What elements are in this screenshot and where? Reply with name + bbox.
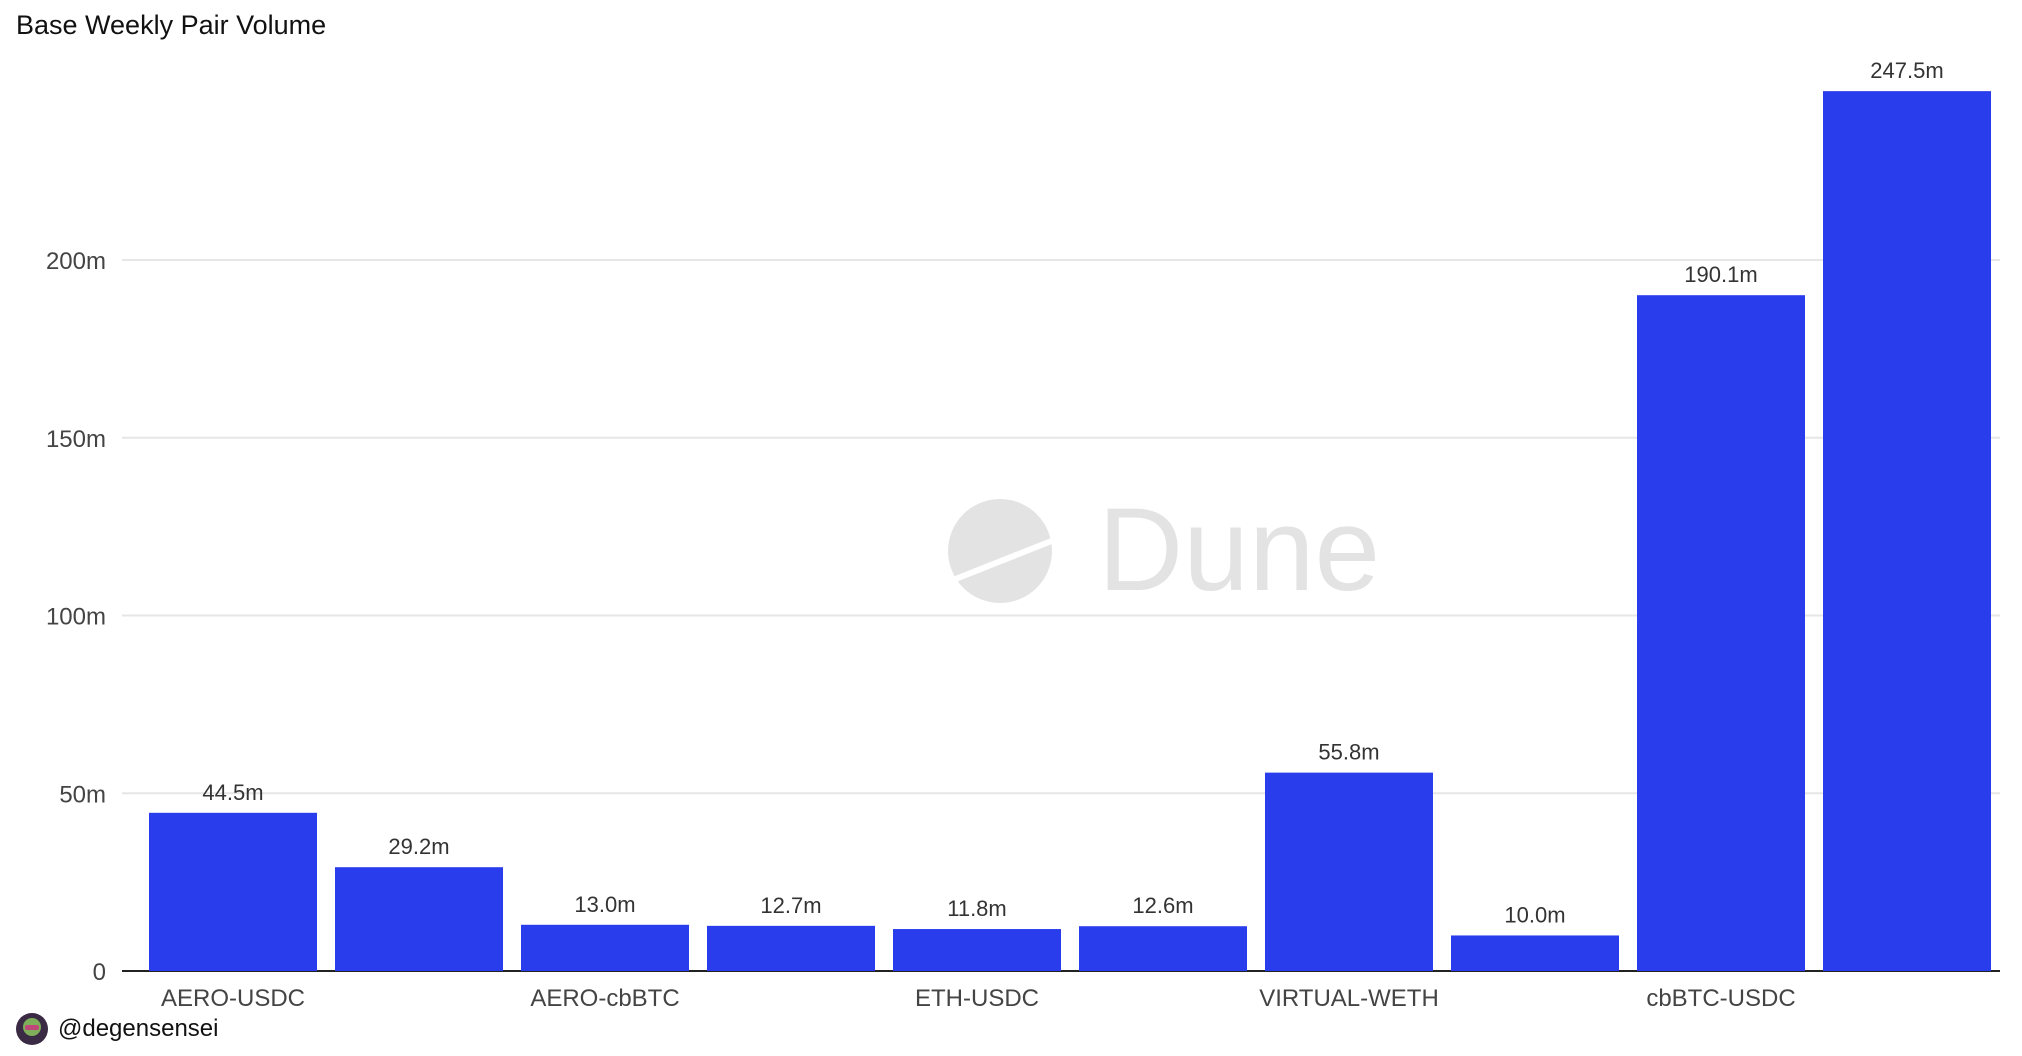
bar [1079, 926, 1247, 971]
dune-watermark-text: Dune [1098, 484, 1380, 616]
bar-data-label: 13.0m [574, 892, 635, 917]
bar-data-label: 190.1m [1684, 262, 1757, 287]
bar-chart: Dune 0 50m 100m 150m 200m 44.5m 29.2m 13.0m 12.… [46, 58, 2000, 1012]
y-tick-label: 200m [46, 248, 106, 275]
bar-data-label: 55.8m [1318, 740, 1379, 765]
x-tick-label: cbBTC-USDC [1646, 985, 1795, 1012]
y-tick-label: 100m [46, 604, 106, 631]
bar-data-label: 29.2m [388, 834, 449, 859]
bar-data-label: 11.8m [947, 896, 1007, 921]
x-tick-label: VIRTUAL-WETH [1259, 985, 1439, 1012]
bar [149, 812, 317, 971]
bar-data-label: 10.0m [1504, 902, 1565, 927]
dune-logo-icon [948, 499, 1052, 603]
y-tick-label: 50m [59, 781, 106, 808]
bar [1451, 935, 1619, 971]
dune-watermark: Dune [946, 484, 1380, 616]
avatar [16, 1013, 48, 1045]
bar [707, 925, 875, 971]
y-tick-label: 0 [93, 959, 106, 986]
bar-data-label: 44.5m [202, 780, 263, 805]
x-tick-label: AERO-cbBTC [530, 985, 679, 1012]
x-axis-labels: AERO-USDC AERO-cbBTC ETH-USDC VIRTUAL-WETH c… [161, 985, 1796, 1012]
bar [1265, 772, 1433, 971]
bar [893, 929, 1061, 971]
bar [521, 924, 689, 971]
author-footer: @degensensei [16, 1012, 218, 1046]
bar [335, 867, 503, 971]
bar-data-label: 247.5m [1870, 58, 1943, 83]
bar-data-label: 12.6m [1132, 893, 1193, 918]
y-axis-labels: 0 50m 100m 150m 200m [46, 248, 106, 986]
x-tick-label: ETH-USDC [915, 985, 1039, 1012]
x-tick-label: AERO-USDC [161, 985, 305, 1012]
bar [1823, 91, 1991, 971]
bar [1637, 295, 1805, 972]
y-tick-label: 150m [46, 426, 106, 453]
bar-data-label: 12.7m [760, 893, 821, 918]
author-handle[interactable]: @degensensei [58, 1015, 218, 1043]
